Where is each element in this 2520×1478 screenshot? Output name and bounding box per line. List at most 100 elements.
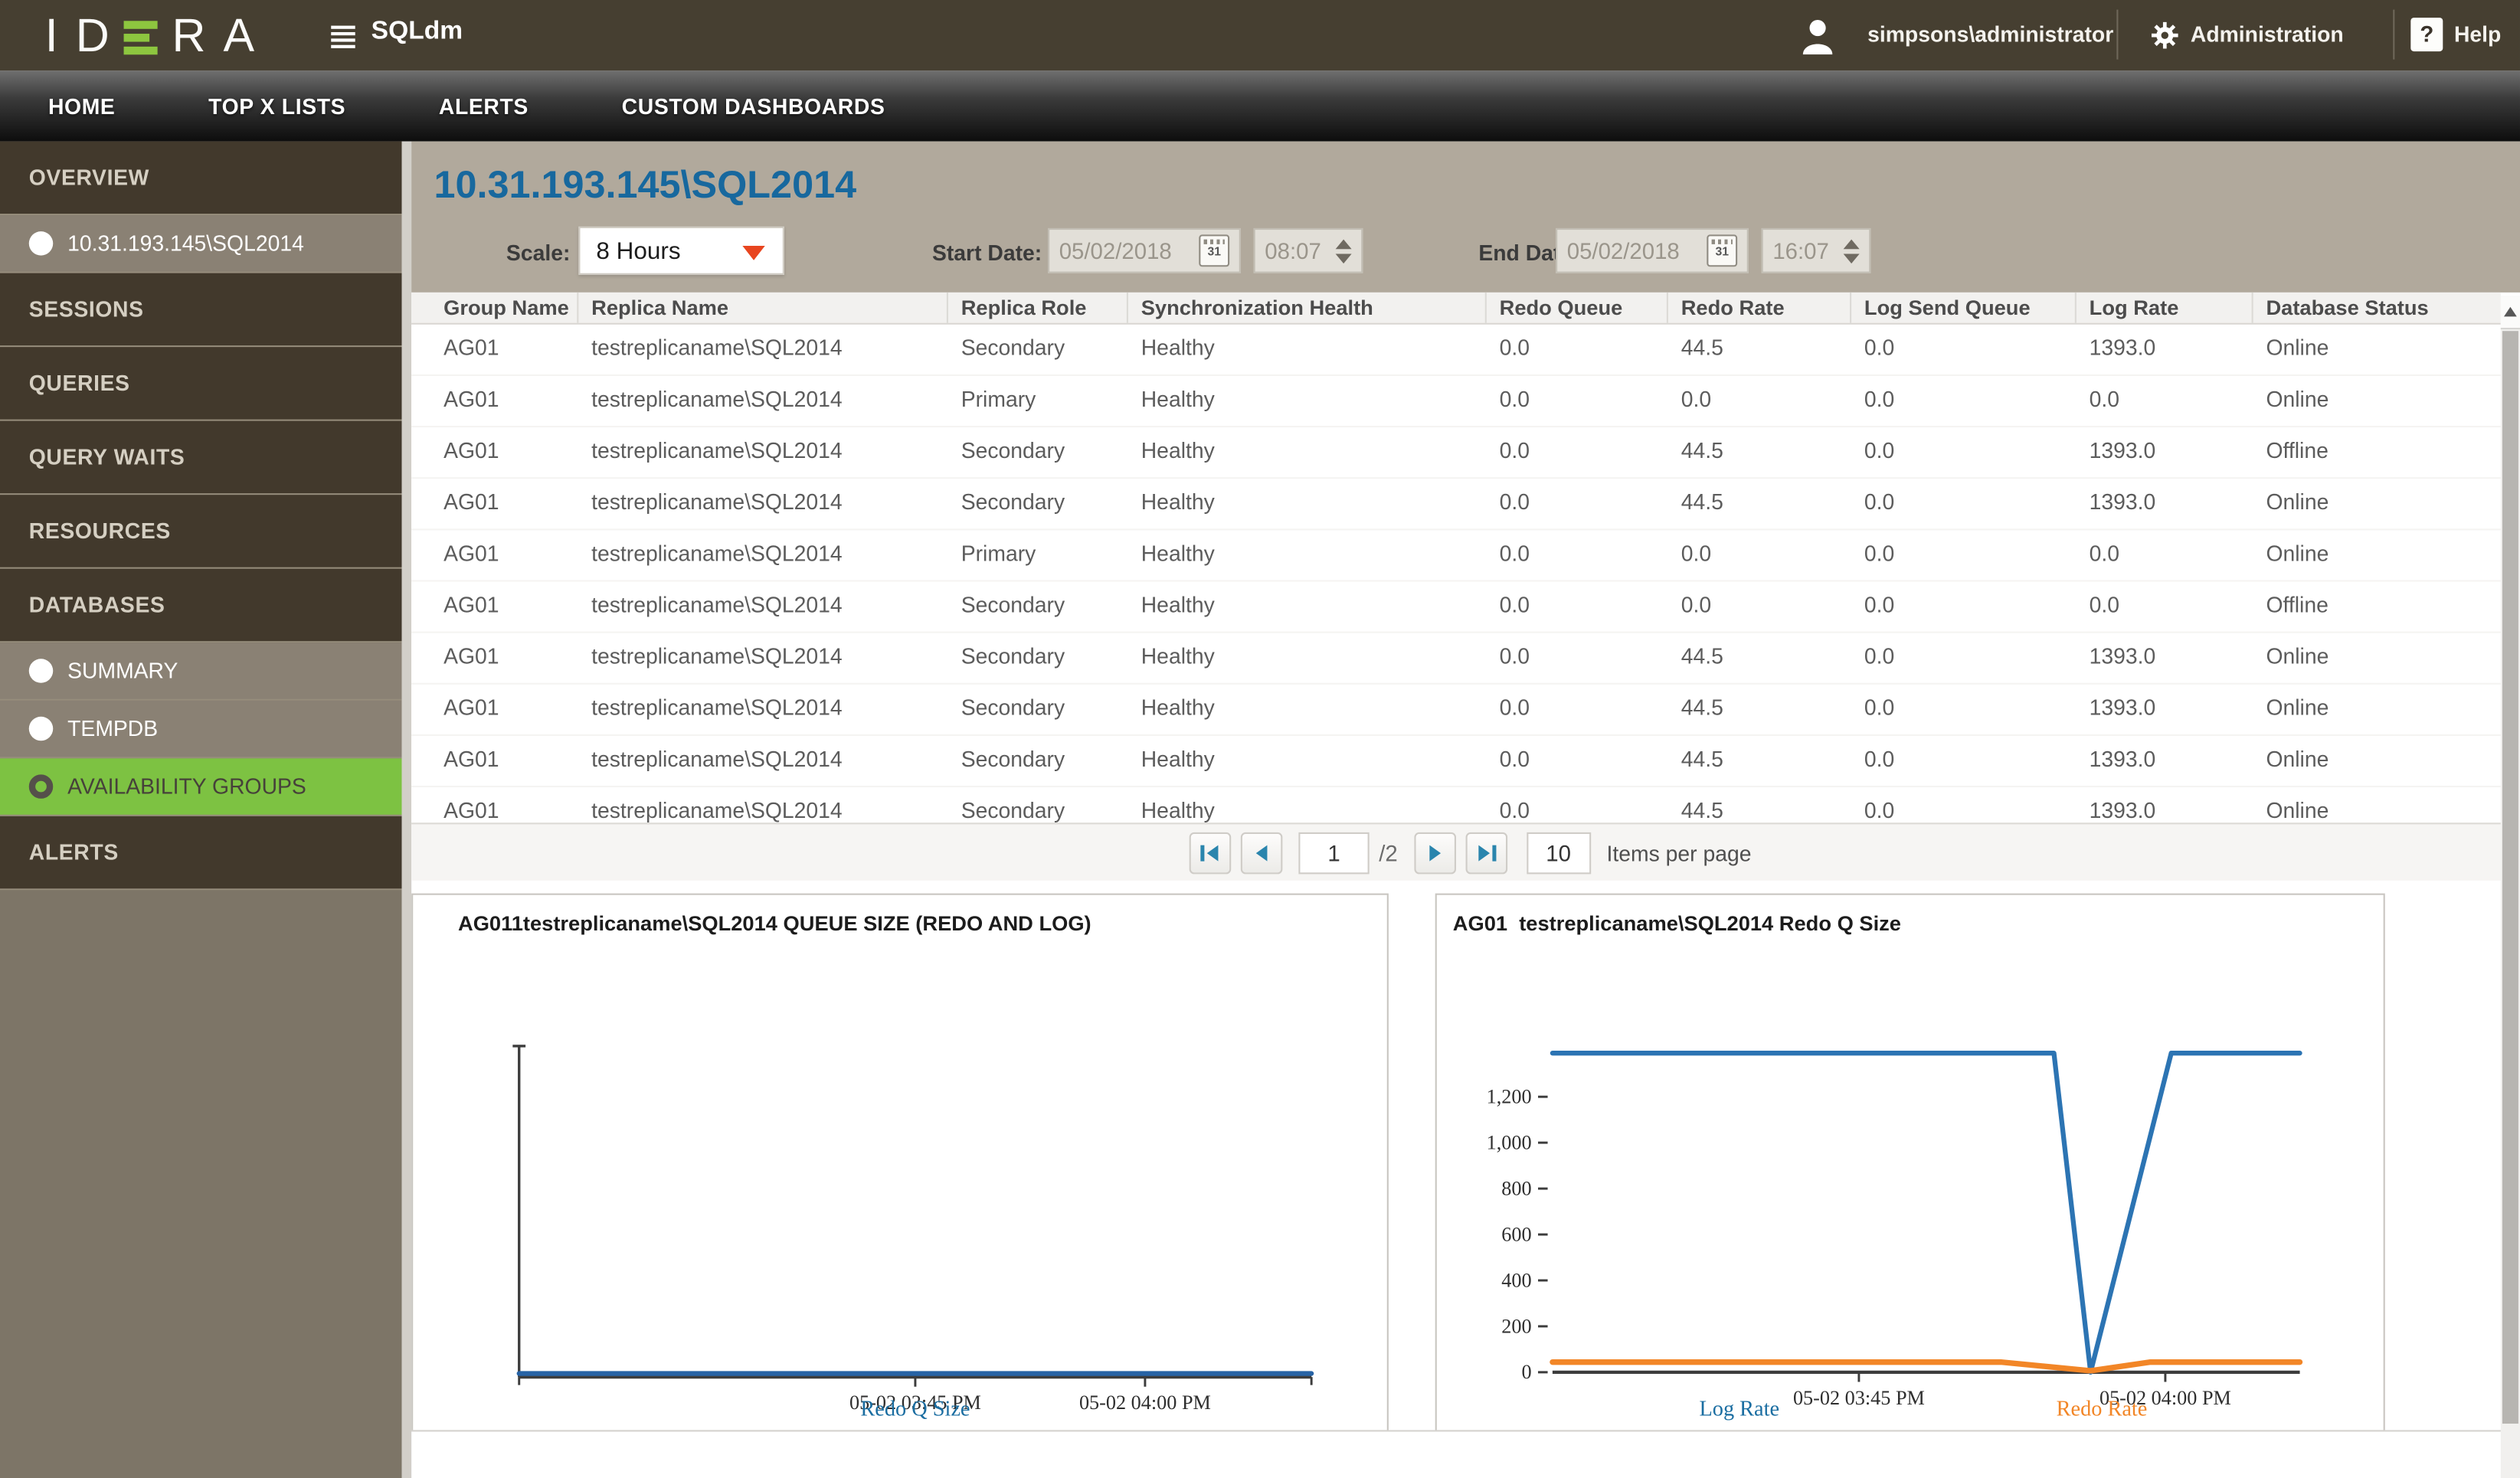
availability-groups-table: AG01 testreplicaname\SQL2014 Secondary Heal… bbox=[411, 324, 2501, 839]
svg-text:05-02 03:45 PM: 05-02 03:45 PM bbox=[1793, 1387, 1925, 1409]
time-spinner[interactable] bbox=[1335, 238, 1352, 263]
queue-size-chart: 05-02 03:45 PM 05-02 04:00 PMRedo Q Size bbox=[512, 1045, 1314, 1421]
svg-text:600: 600 bbox=[1501, 1223, 1531, 1245]
table-header: Group Name Replica Name Replica Role Synchr… bbox=[411, 292, 2501, 325]
cell-replica-role: Secondary bbox=[961, 644, 1065, 669]
calendar-icon[interactable]: 31 bbox=[1707, 234, 1738, 267]
topbar-divider bbox=[2393, 9, 2395, 60]
start-time-field[interactable]: 08:07 bbox=[1253, 227, 1363, 273]
menu-hamburger-icon[interactable] bbox=[331, 22, 355, 51]
help-link[interactable]: Help bbox=[2454, 22, 2501, 46]
cell-redo-rate: 44.5 bbox=[1681, 335, 1723, 360]
column-header-redo-rate[interactable]: Redo Rate bbox=[1668, 292, 1852, 323]
column-header-log-rate[interactable]: Log Rate bbox=[2077, 292, 2253, 323]
cell-group-name: AG01 bbox=[443, 387, 499, 412]
cell-redo-rate: 0.0 bbox=[1681, 541, 1712, 566]
scale-dropdown[interactable]: 8 Hours bbox=[578, 226, 784, 275]
gear-icon[interactable] bbox=[2150, 21, 2179, 57]
sidebar-item-label: SESSIONS bbox=[28, 297, 144, 322]
user-icon[interactable] bbox=[1800, 16, 1835, 63]
sidebar-item-databases[interactable]: DATABASES bbox=[0, 568, 402, 643]
table-row[interactable]: AG01 testreplicaname\SQL2014 Secondary Heal… bbox=[411, 325, 2501, 376]
cell-replica-role: Secondary bbox=[961, 747, 1065, 772]
sidebar-item-tempdb[interactable]: TEMPDB bbox=[0, 700, 402, 759]
sidebar-item-availability-groups[interactable]: AVAILABILITY GROUPS bbox=[0, 758, 402, 816]
help-icon[interactable]: ? bbox=[2410, 18, 2443, 52]
cell-group-name: AG01 bbox=[443, 644, 499, 669]
cell-replica-name: testreplicaname\SQL2014 bbox=[591, 438, 843, 463]
scale-value: 8 Hours bbox=[596, 237, 681, 265]
table-row[interactable]: AG01 testreplicaname\SQL2014 Secondary Heal… bbox=[411, 479, 2501, 531]
nav-item-home[interactable]: HOME bbox=[48, 94, 116, 118]
nav-item-top-x-lists[interactable]: TOP X LISTS bbox=[208, 94, 345, 118]
column-header-sync-health[interactable]: Synchronization Health bbox=[1128, 292, 1487, 323]
cell-replica-role: Secondary bbox=[961, 335, 1065, 360]
cell-log-rate: 1393.0 bbox=[2089, 335, 2156, 360]
next-page-button[interactable] bbox=[1413, 832, 1456, 875]
cell-log-rate: 1393.0 bbox=[2089, 438, 2156, 463]
end-date-value: 05/02/2018 bbox=[1566, 237, 1680, 264]
sidebar-item-10-31-193-145-sql2014[interactable]: 10.31.193.145\SQL2014 bbox=[0, 215, 402, 273]
last-page-button[interactable] bbox=[1465, 832, 1507, 875]
table-row[interactable]: AG01 testreplicaname\SQL2014 Secondary Heal… bbox=[411, 427, 2501, 479]
cell-database-status: Online bbox=[2266, 489, 2329, 515]
chevron-down-icon bbox=[742, 246, 765, 260]
sidebar-item-summary[interactable]: SUMMARY bbox=[0, 643, 402, 701]
sidebar-item-query-waits[interactable]: QUERY WAITS bbox=[0, 420, 402, 495]
table-row[interactable]: AG01 testreplicaname\SQL2014 Secondary Heal… bbox=[411, 685, 2501, 736]
table-row[interactable]: AG01 testreplicaname\SQL2014 Secondary Heal… bbox=[411, 736, 2501, 788]
cell-database-status: Online bbox=[2266, 335, 2329, 360]
cell-redo-queue: 0.0 bbox=[1499, 644, 1530, 669]
nav-item-alerts[interactable]: ALERTS bbox=[439, 94, 529, 118]
column-header-group-name[interactable]: Group Name bbox=[411, 292, 579, 323]
column-header-replica-name[interactable]: Replica Name bbox=[578, 292, 948, 323]
top-bar: ID RA SQLdm simpsons\administrator Admin… bbox=[0, 0, 2520, 71]
column-header-redo-queue[interactable]: Redo Queue bbox=[1487, 292, 1668, 323]
table-row[interactable]: AG01 testreplicaname\SQL2014 Secondary Heal… bbox=[411, 582, 2501, 633]
content-gutter bbox=[401, 141, 412, 1478]
cell-sync-health: Healthy bbox=[1141, 644, 1215, 669]
administration-link[interactable]: Administration bbox=[2191, 22, 2344, 46]
logo-e-bars-icon bbox=[123, 15, 158, 59]
cell-log-send-queue: 0.0 bbox=[1864, 747, 1895, 772]
sidebar-item-label: 10.31.193.145\SQL2014 bbox=[67, 231, 304, 256]
end-date-field[interactable]: 05/02/2018 31 bbox=[1556, 227, 1749, 273]
table-row[interactable]: AG01 testreplicaname\SQL2014 Primary Health… bbox=[411, 376, 2501, 428]
time-spinner[interactable] bbox=[1843, 238, 1860, 263]
cell-replica-role: Secondary bbox=[961, 438, 1065, 463]
cell-group-name: AG01 bbox=[443, 541, 499, 566]
column-header-replica-role[interactable]: Replica Role bbox=[948, 292, 1128, 323]
sidebar-item-queries[interactable]: QUERIES bbox=[0, 347, 402, 421]
start-date-field[interactable]: 05/02/2018 31 bbox=[1048, 227, 1241, 273]
calendar-icon[interactable]: 31 bbox=[1199, 234, 1230, 267]
cell-database-status: Online bbox=[2266, 747, 2329, 772]
column-header-log-send-queue[interactable]: Log Send Queue bbox=[1851, 292, 2077, 323]
page-number-input[interactable] bbox=[1298, 832, 1370, 875]
nav-item-custom-dashboards[interactable]: CUSTOM DASHBOARDS bbox=[622, 94, 885, 118]
table-row[interactable]: AG01 testreplicaname\SQL2014 Secondary Heal… bbox=[411, 633, 2501, 685]
cell-replica-role: Secondary bbox=[961, 489, 1065, 515]
vertical-scrollbar[interactable] bbox=[2500, 296, 2520, 1478]
svg-text:05-02 04:00 PM: 05-02 04:00 PM bbox=[1079, 1391, 1211, 1414]
sidebar-item-alerts[interactable]: ALERTS bbox=[0, 816, 402, 891]
cell-sync-health: Healthy bbox=[1141, 335, 1215, 360]
end-time-field[interactable]: 16:07 bbox=[1761, 227, 1871, 273]
chart-panel-queue-size: 05-02 03:45 PM 05-02 04:00 PM Redo Q Size … bbox=[411, 893, 1389, 1432]
sidebar-item-resources[interactable]: RESOURCES bbox=[0, 495, 402, 569]
scroll-up-button[interactable] bbox=[2500, 296, 2520, 330]
items-per-page-input[interactable] bbox=[1526, 832, 1591, 875]
cell-group-name: AG01 bbox=[443, 335, 499, 360]
cell-database-status: Offline bbox=[2266, 593, 2329, 617]
cell-sync-health: Healthy bbox=[1141, 695, 1215, 720]
previous-page-button[interactable] bbox=[1240, 832, 1283, 875]
sidebar-item-sessions[interactable]: SESSIONS bbox=[0, 273, 402, 348]
first-page-button[interactable] bbox=[1189, 832, 1232, 875]
logged-in-user[interactable]: simpsons\administrator bbox=[1867, 22, 2113, 46]
column-header-database-status[interactable]: Database Status bbox=[2253, 293, 2501, 323]
sidebar-item-overview[interactable]: OVERVIEW bbox=[0, 141, 402, 216]
scrollbar-thumb[interactable] bbox=[2502, 331, 2518, 1424]
cell-group-name: AG01 bbox=[443, 747, 499, 772]
table-row[interactable]: AG01 testreplicaname\SQL2014 Primary Health… bbox=[411, 530, 2501, 582]
cell-sync-health: Healthy bbox=[1141, 541, 1215, 566]
sidebar-item-label: TEMPDB bbox=[67, 716, 159, 741]
